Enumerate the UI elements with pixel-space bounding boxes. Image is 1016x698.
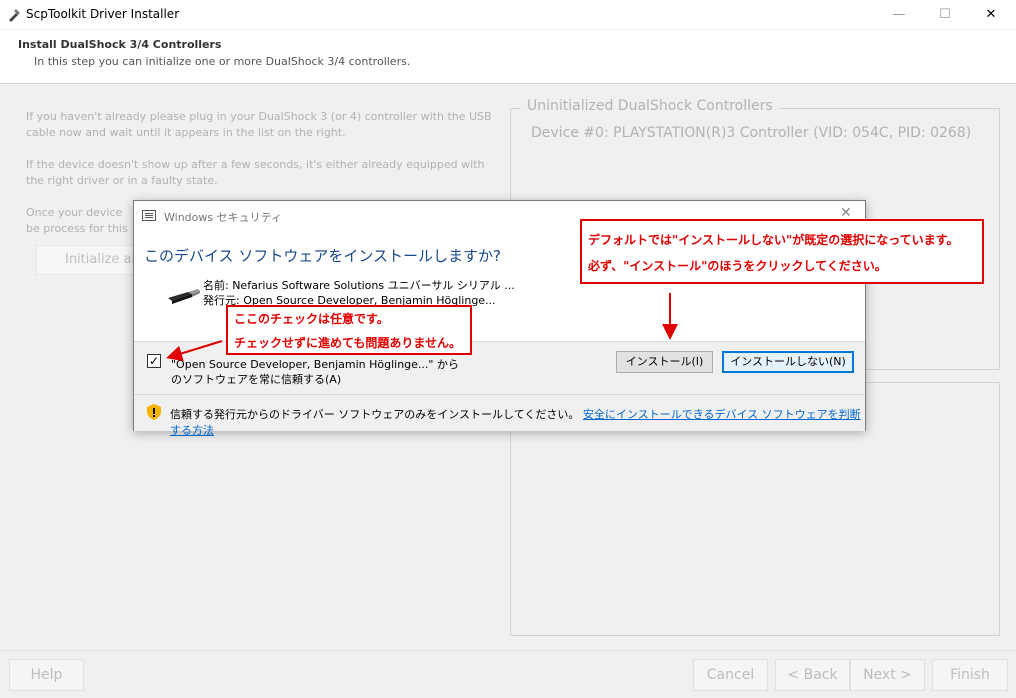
- device-list-item[interactable]: Device #0: PLAYSTATION(R)3 Controller (V…: [531, 125, 971, 141]
- dialog-divider: [134, 394, 865, 395]
- page-description: In this step you can initialize one or m…: [34, 55, 411, 68]
- close-button[interactable]: ✕: [968, 0, 1014, 30]
- annotation-line: 必ず、"インストール"のほうをクリックしてください。: [588, 259, 887, 273]
- cancel-button[interactable]: Cancel: [693, 659, 768, 691]
- instruction-once: Once your device be process for this par…: [26, 206, 128, 235]
- annotation-default-warning: デフォルトでは"インストールしない"が既定の選択になっています。 必ず、"インス…: [580, 219, 984, 284]
- help-button[interactable]: Help: [9, 659, 84, 691]
- warning-message: 信頼する発行元からのドライバー ソフトウェアのみをインストールしてください。 安…: [170, 406, 865, 438]
- always-trust-label-line2[interactable]: のソフトウェアを常に信頼する(A): [171, 371, 341, 387]
- driver-name: 名前: Nefarius Software Solutions ユニバーサル シ…: [203, 279, 515, 292]
- maximize-button[interactable]: ☐: [922, 0, 968, 30]
- instruction-plug-in: If you haven't already please plug in yo…: [26, 110, 492, 139]
- annotation-line: ここのチェックは任意です。: [234, 312, 389, 326]
- initialize-all-button[interactable]: Initialize al: [36, 245, 144, 275]
- annotation-checkbox-note: ここのチェックは任意です。 チェックせずに進めても問題ありません。: [226, 305, 472, 355]
- always-trust-checkbox[interactable]: ✓: [147, 354, 161, 368]
- group-title: Uninitialized DualShock Controllers: [521, 98, 779, 114]
- dialog-title: Windows セキュリティ: [164, 211, 282, 224]
- back-button[interactable]: < Back: [775, 659, 850, 691]
- page-title: Install DualShock 3/4 Controllers: [18, 38, 222, 51]
- dont-install-button[interactable]: インストールしない(N): [722, 351, 854, 373]
- warning-text: 信頼する発行元からのドライバー ソフトウェアのみをインストールしてください。: [170, 408, 580, 421]
- annotation-line: チェックせずに進めても問題ありません。: [234, 336, 462, 350]
- instruction-no-show: If the device doesn't show up after a fe…: [26, 158, 485, 187]
- warning-shield-icon: [147, 404, 161, 420]
- security-window-icon: [142, 210, 156, 221]
- window-title: ScpToolkit Driver Installer: [26, 7, 180, 21]
- install-button[interactable]: インストール(I): [616, 351, 713, 373]
- app-icon: [9, 9, 20, 22]
- install-question: このデバイス ソフトウェアをインストールしますか?: [144, 247, 501, 265]
- minimize-button[interactable]: —: [876, 0, 922, 30]
- always-trust-label-line1[interactable]: "Open Source Developer, Benjamin Högling…: [171, 356, 459, 372]
- usb-icon: [168, 289, 200, 304]
- finish-button[interactable]: Finish: [932, 659, 1008, 691]
- title-bar: ScpToolkit Driver Installer — ☐ ✕: [0, 0, 1016, 30]
- wizard-footer: Help Cancel < Back Next > Finish: [0, 650, 1016, 698]
- next-button[interactable]: Next >: [850, 659, 925, 691]
- wizard-header: Install DualShock 3/4 Controllers In thi…: [0, 30, 1016, 84]
- annotation-line: デフォルトでは"インストールしない"が既定の選択になっています。: [588, 233, 959, 247]
